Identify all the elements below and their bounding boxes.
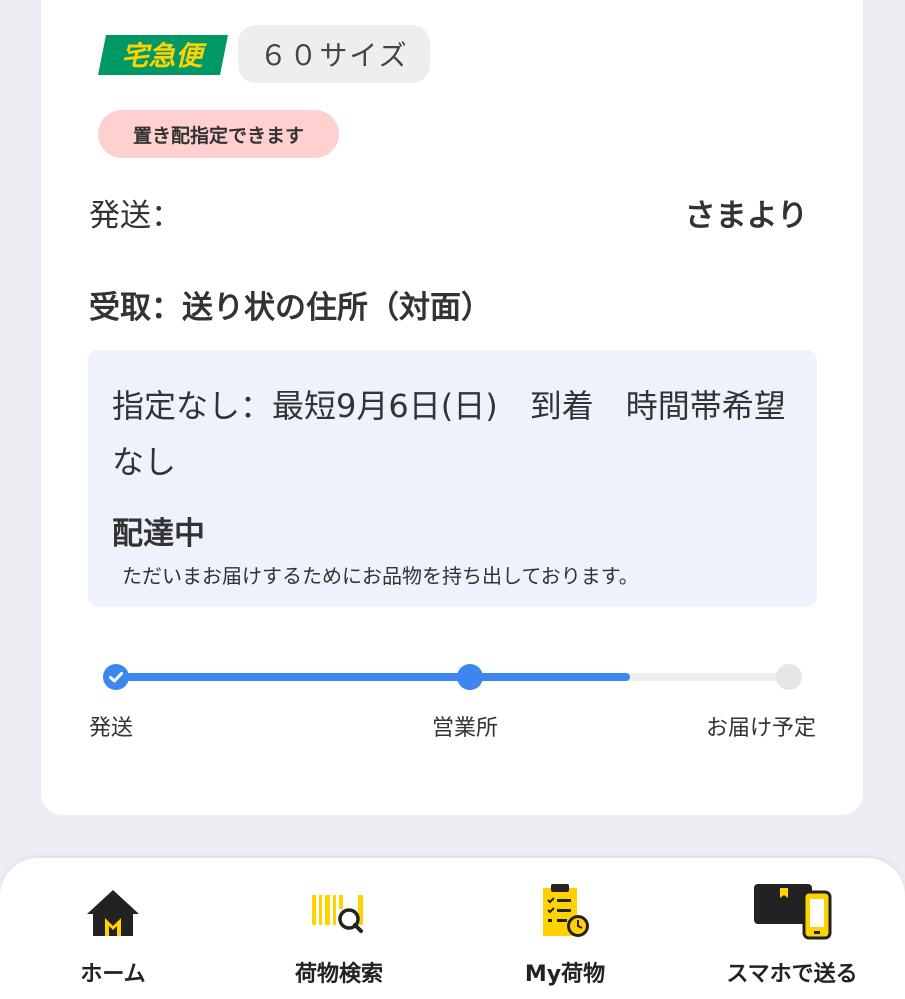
progress-fill [116, 673, 630, 681]
phone-send-icon [752, 882, 832, 942]
sender-label: 発送： [89, 198, 182, 234]
nav-home[interactable]: ホーム [0, 858, 226, 999]
check-icon [109, 672, 123, 683]
step-dot-delivery [776, 664, 802, 690]
status-description: ただいまお届けするためにお品物を持ち出しております。 [122, 564, 639, 588]
step-label-shipped: 発送 [89, 716, 134, 741]
sender-suffix: さまより [684, 198, 808, 234]
barcode-search-icon [308, 882, 370, 942]
bottom-navigation: ホーム 荷物検索 My荷物 スマホで送る [0, 858, 905, 999]
nav-my-packages[interactable]: My荷物 [452, 858, 678, 999]
step-dot-office [457, 664, 483, 690]
okihai-badge: 置き配指定できます [98, 110, 339, 158]
package-list-icon [537, 882, 593, 942]
nav-search[interactable]: 荷物検索 [226, 858, 452, 999]
delivery-schedule: 指定なし：最短9月6日(日) 到着 時間帯希望なし [112, 387, 786, 481]
nav-phone-send[interactable]: スマホで送る [679, 858, 905, 999]
takkyubin-logo: 宅急便 [98, 35, 228, 75]
step-label-office: 営業所 [432, 716, 499, 741]
nav-my-packages-label: My荷物 [524, 962, 606, 987]
nav-home-label: ホーム [80, 962, 146, 987]
status-title: 配達中 [112, 516, 205, 552]
step-dot-shipped [103, 664, 129, 690]
nav-search-label: 荷物検索 [294, 962, 383, 987]
receive-method: 受取：送り状の住所（対面） [89, 290, 492, 326]
step-label-delivery: お届け予定 [705, 716, 816, 741]
nav-phone-send-label: スマホで送る [726, 962, 858, 987]
size-badge: ６０サイズ [238, 25, 430, 83]
svg-text:宅急便: 宅急便 [122, 41, 208, 72]
home-icon [83, 882, 143, 942]
